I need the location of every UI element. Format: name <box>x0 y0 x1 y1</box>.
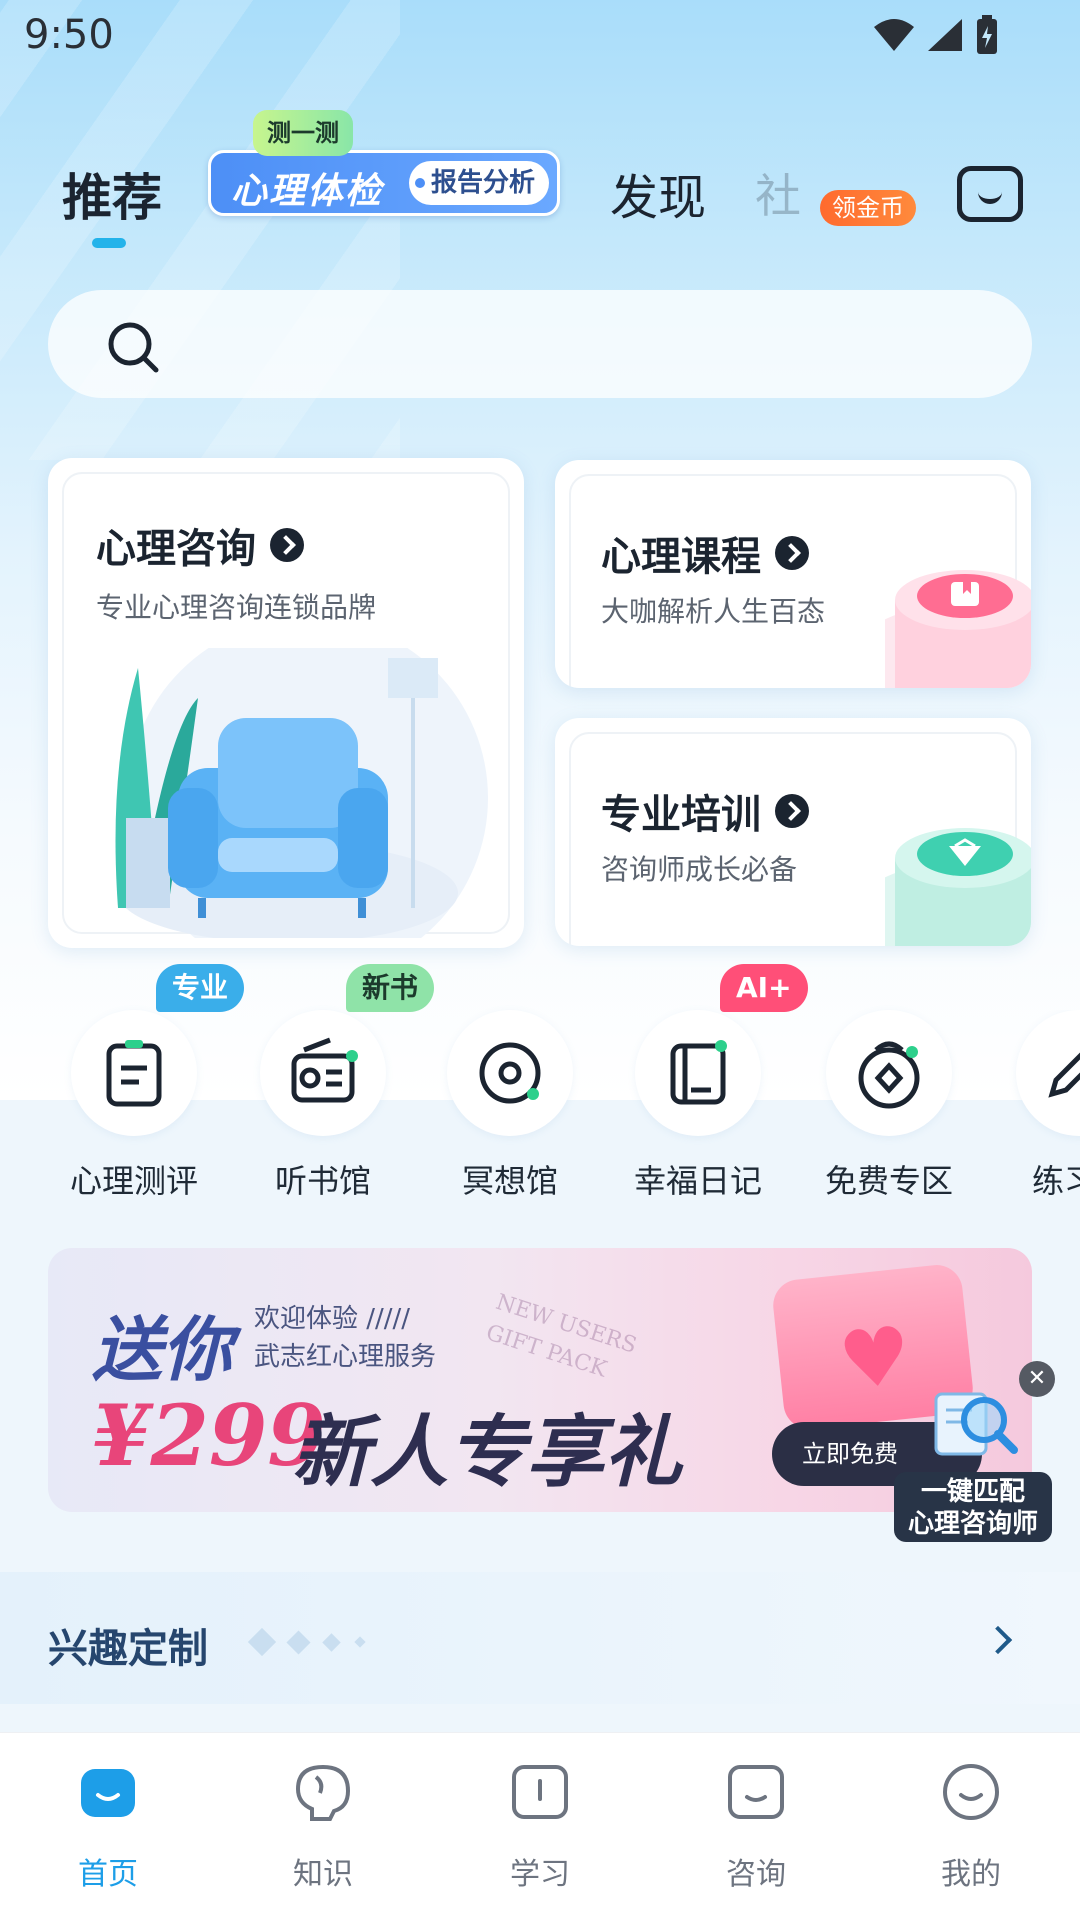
promo-title: 心理体检 <box>231 171 384 212</box>
study-icon <box>512 1765 568 1819</box>
quick-audiobook[interactable]: 听书馆 <box>233 1010 413 1202</box>
quick-meditation[interactable]: 冥想馆 <box>420 1010 600 1202</box>
quick-label: 听书馆 <box>274 1162 371 1200</box>
banner-welcome-line1: 欢迎体验 ///// <box>254 1304 411 1334</box>
nav-knowledge[interactable]: 知识 <box>253 1763 393 1893</box>
course-subtitle: 大咖解析人生百态 <box>601 595 826 628</box>
top-tab-bar: 推荐 心理体检 报告分析 测一测 发现 社 领金币 <box>0 110 1080 250</box>
radio-icon <box>291 1037 358 1103</box>
pro-badge: 专业 <box>156 964 245 1012</box>
magnifier-icon <box>934 1392 1018 1456</box>
counseling-card[interactable]: 心理咨询 专业心理咨询连锁品牌 <box>48 458 524 948</box>
promo-test-tag: 测一测 <box>253 110 353 156</box>
match-label-line1: 一键匹配 <box>920 1477 1025 1507</box>
quick-entry-row: 心理测评 专业 听书馆 新书 冥想馆 幸福日记 AI+ 免费专区 练 <box>0 964 1080 1202</box>
new-user-gift-banner[interactable]: NEW USERS GIFT PACK 送你 欢迎体验 ///// 武志红心理服… <box>48 1248 1032 1512</box>
tab-recommend[interactable]: 推荐 <box>62 158 162 230</box>
nav-label: 学习 <box>510 1857 570 1892</box>
nav-label: 知识 <box>293 1857 353 1892</box>
profile-icon <box>943 1764 999 1820</box>
banner-amount: ¥299 <box>92 1386 326 1485</box>
counseling-subtitle: 专业心理咨询连锁品牌 <box>96 591 377 624</box>
nav-home[interactable]: 首页 <box>38 1763 178 1893</box>
status-icons <box>872 14 1000 56</box>
search-icon <box>108 322 159 373</box>
one-click-match-widget[interactable]: 一键匹配 心理咨询师 <box>894 1380 1052 1542</box>
quick-label: 心理测评 <box>69 1162 198 1200</box>
bottom-nav: 首页 知识 学习 咨询 我的 <box>0 1732 1080 1920</box>
chevron-right-icon[interactable] <box>983 1625 1013 1655</box>
nav-label: 咨询 <box>726 1857 786 1892</box>
banner-welcome-line2: 武志红心理服务 <box>254 1342 437 1372</box>
nav-label: 首页 <box>78 1857 138 1892</box>
tab-discover[interactable]: 发现 <box>610 158 706 228</box>
free-zone-icon <box>858 1041 920 1109</box>
home-icon <box>81 1769 135 1817</box>
diary-icon <box>670 1040 727 1105</box>
quick-label: 冥想馆 <box>461 1162 558 1200</box>
collect-coins-badge[interactable]: 领金币 <box>820 190 916 226</box>
arrow-right-icon <box>270 528 304 562</box>
course-title-text: 心理课程 <box>601 534 761 580</box>
nav-profile[interactable]: 我的 <box>901 1763 1041 1893</box>
arrow-right-icon <box>775 794 809 828</box>
banner-english-text: NEW USERS GIFT PACK <box>482 1287 641 1393</box>
quick-label: 练习 <box>1032 1162 1080 1200</box>
banner-welcome: 欢迎体验 ///// 武志红心理服务 <box>254 1300 436 1376</box>
assessment-icon <box>106 1040 162 1107</box>
nav-label: 我的 <box>941 1857 1001 1892</box>
diamond-podium-icon <box>885 828 1031 946</box>
ai-badge: AI+ <box>720 964 808 1012</box>
nav-study[interactable]: 学习 <box>470 1763 610 1893</box>
match-label-line2: 心理咨询师 <box>907 1509 1038 1539</box>
course-title: 心理课程 <box>601 524 809 582</box>
banner-headline: 送你 <box>92 1308 232 1391</box>
training-card[interactable]: 专业培训 咨询师成长必备 <box>555 718 1031 946</box>
knowledge-icon <box>295 1764 351 1821</box>
promo-report-pill: 报告分析 <box>408 161 549 205</box>
message-icon[interactable] <box>957 166 1023 222</box>
training-title: 专业培训 <box>601 782 809 840</box>
counseling-title-text: 心理咨询 <box>96 526 256 572</box>
wifi-icon <box>874 19 914 51</box>
consult-icon <box>728 1765 784 1819</box>
arrow-right-icon <box>775 536 809 570</box>
course-card[interactable]: 心理课程 大咖解析人生百态 <box>555 460 1031 688</box>
practice-icon <box>1048 1052 1080 1098</box>
status-time: 9:50 <box>24 12 114 58</box>
mental-checkup-promo[interactable]: 心理体检 报告分析 <box>208 150 560 216</box>
banner-gift-text: 新人专享礼 <box>292 1407 683 1498</box>
quick-practice[interactable]: 练习 <box>988 1010 1080 1202</box>
training-title-text: 专业培训 <box>601 792 761 838</box>
nav-consult[interactable]: 咨询 <box>686 1763 826 1893</box>
quick-diary[interactable]: 幸福日记 <box>608 1010 788 1202</box>
quick-assessment[interactable]: 心理测评 <box>44 1010 224 1202</box>
counseling-title: 心理咨询 <box>96 516 304 574</box>
status-bar: 9:50 <box>0 0 1080 80</box>
interest-customize-section[interactable]: 兴趣定制 <box>0 1572 1080 1704</box>
meditation-icon <box>479 1042 541 1104</box>
quick-label: 幸福日记 <box>633 1162 762 1200</box>
quick-label: 免费专区 <box>824 1162 953 1200</box>
decorative-dots <box>247 1627 366 1657</box>
interest-title: 兴趣定制 <box>48 1626 208 1672</box>
tab-active-indicator <box>92 238 126 248</box>
quick-free-zone[interactable]: 免费专区 <box>799 1010 979 1202</box>
signal-icon <box>928 19 962 51</box>
training-subtitle: 咨询师成长必备 <box>601 853 798 886</box>
tab-partial[interactable]: 社 <box>755 160 801 226</box>
match-label: 一键匹配 心理咨询师 <box>894 1472 1052 1542</box>
search-bar[interactable] <box>48 290 1032 398</box>
armchair-illustration <box>115 648 488 938</box>
new-book-badge: 新书 <box>346 964 435 1012</box>
battery-icon <box>977 15 997 54</box>
book-podium-icon <box>885 570 1031 688</box>
